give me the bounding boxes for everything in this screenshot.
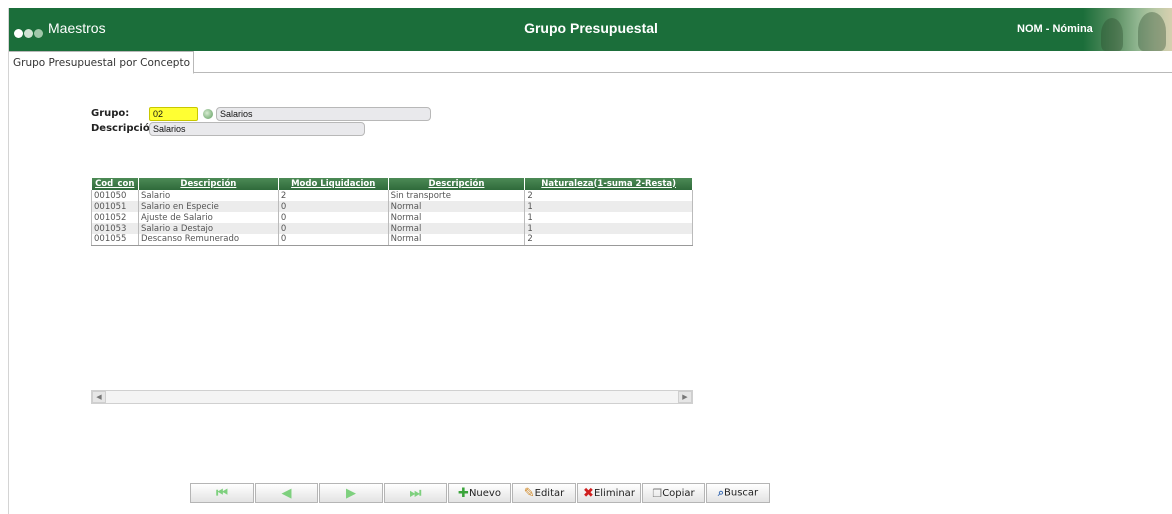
scroll-right-icon[interactable]: ▶ (678, 391, 692, 403)
cell-descripcion: Salario (137, 190, 279, 201)
app-header: Maestros Grupo Presupuestal NOM - Nómina (9, 8, 1172, 51)
plus-icon: ✚ (458, 485, 469, 501)
cell-descripcion: Salario a Destajo (137, 223, 279, 234)
conceptos-grid: Cod_con Descripción Modo Liquidacion Des… (91, 178, 693, 246)
buscar-label: Buscar (724, 487, 759, 499)
nuevo-label: Nuevo (468, 487, 501, 499)
first-record-icon: ⏮ (216, 485, 228, 501)
cell-naturaleza: 1 (524, 212, 693, 223)
table-row[interactable]: 001050 Salario 2 Sin transporte 2 (91, 190, 693, 201)
editar-button[interactable]: ✎Editar (512, 483, 576, 503)
buscar-button[interactable]: ⌕Buscar (706, 483, 770, 503)
copiar-button[interactable]: ❐Copiar (642, 483, 705, 503)
cell-cod-con: 001052 (91, 212, 139, 223)
cell-descripcion: Ajuste de Salario (137, 212, 279, 223)
next-record-icon: ▶ (346, 485, 356, 501)
col-header-cod-con[interactable]: Cod_con (91, 178, 139, 190)
cell-modo-descripcion: Normal (387, 201, 526, 212)
grupo-label: Grupo: (91, 108, 130, 119)
last-record-icon: ⏭ (409, 485, 422, 501)
col-header-descripcion-modo[interactable]: Descripción (388, 178, 526, 190)
cell-cod-con: 001051 (91, 201, 139, 212)
descripcion-input[interactable]: Salarios (149, 122, 365, 136)
cell-modo-descripcion: Normal (387, 223, 526, 234)
tab-grupo-presupuestal-por-concepto[interactable]: Grupo Presupuestal por Concepto (9, 51, 194, 74)
pencil-icon: ✎ (523, 485, 535, 501)
col-header-modo-liquidacion[interactable]: Modo Liquidacion (278, 178, 389, 190)
app-name: NOM - Nómina (1017, 23, 1093, 35)
cell-cod-con: 001055 (91, 234, 139, 246)
cell-naturaleza: 2 (524, 190, 693, 201)
grupo-code-input[interactable]: 02 (149, 107, 198, 121)
table-row[interactable]: 001055 Descanso Remunerado 0 Normal 2 (91, 234, 693, 246)
col-header-naturaleza[interactable]: Naturaleza(1-suma 2-Resta) (524, 178, 693, 190)
first-record-button[interactable]: ⏮ (190, 483, 254, 503)
cell-modo: 0 (277, 212, 389, 223)
cell-modo-descripcion: Normal (387, 212, 526, 223)
cell-naturaleza: 1 (524, 201, 693, 212)
page-title: Grupo Presupuestal (524, 20, 658, 36)
table-row[interactable]: 001051 Salario en Especie 0 Normal 1 (91, 201, 693, 212)
previous-record-button[interactable]: ◀ (255, 483, 318, 503)
eliminar-label: Eliminar (593, 487, 635, 499)
copiar-label: Copiar (662, 487, 695, 499)
cell-modo: 0 (277, 201, 389, 212)
cell-modo-descripcion: Sin transporte (387, 190, 526, 201)
next-record-button[interactable]: ▶ (319, 483, 383, 503)
cell-cod-con: 001053 (91, 223, 139, 234)
scroll-left-icon[interactable]: ◀ (92, 391, 106, 403)
table-row[interactable]: 001053 Salario a Destajo 0 Normal 1 (91, 223, 693, 234)
eliminar-button[interactable]: ✖Eliminar (577, 483, 641, 503)
table-row[interactable]: 001052 Ajuste de Salario 0 Normal 1 (91, 212, 693, 223)
col-header-descripcion[interactable]: Descripción (138, 178, 279, 190)
cell-descripcion: Descanso Remunerado (137, 234, 279, 246)
copy-icon: ❐ (652, 486, 663, 500)
cell-descripcion: Salario en Especie (137, 201, 279, 212)
cell-naturaleza: 2 (524, 234, 693, 246)
grid-header-row: Cod_con Descripción Modo Liquidacion Des… (91, 178, 693, 190)
header-banner-image (1083, 8, 1172, 51)
grupo-name-field: Salarios (216, 107, 431, 121)
cell-modo: 2 (277, 190, 389, 201)
cell-modo: 0 (277, 234, 389, 246)
app-frame: Maestros Grupo Presupuestal NOM - Nómina… (8, 8, 1172, 514)
cell-naturaleza: 1 (524, 223, 693, 234)
last-record-button[interactable]: ⏭ (384, 483, 447, 503)
tab-bar: Grupo Presupuestal por Concepto (9, 51, 1172, 74)
lookup-icon[interactable] (203, 109, 213, 119)
grid-horizontal-scrollbar[interactable]: ◀ ▶ (91, 390, 693, 404)
delete-x-icon: ✖ (583, 485, 594, 501)
editar-label: Editar (534, 487, 565, 499)
cell-modo-descripcion: Normal (387, 234, 526, 246)
cell-modo: 0 (277, 223, 389, 234)
previous-record-icon: ◀ (281, 485, 292, 501)
cell-cod-con: 001050 (91, 190, 139, 201)
nuevo-button[interactable]: ✚Nuevo (448, 483, 511, 503)
